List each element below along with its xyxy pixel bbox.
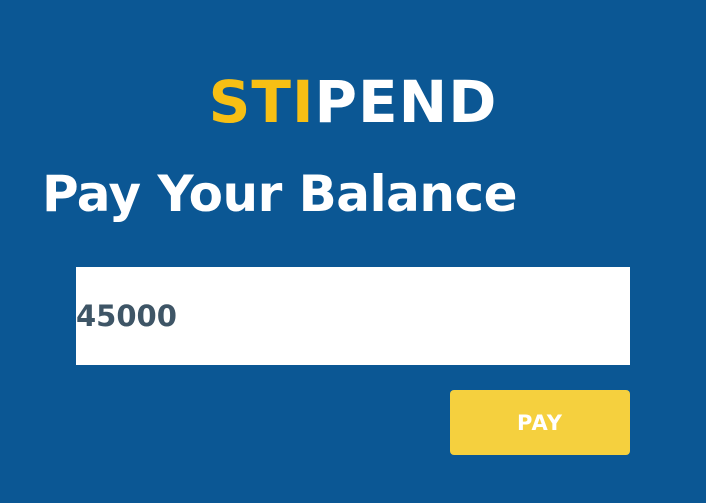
brand-logo: STIPEND — [0, 70, 706, 134]
pay-button[interactable]: PAY — [450, 390, 630, 455]
page-title: Pay Your Balance — [42, 165, 518, 223]
brand-logo-rest: PEND — [314, 68, 498, 136]
amount-input[interactable] — [76, 267, 630, 365]
brand-logo-accent: STI — [208, 68, 315, 136]
